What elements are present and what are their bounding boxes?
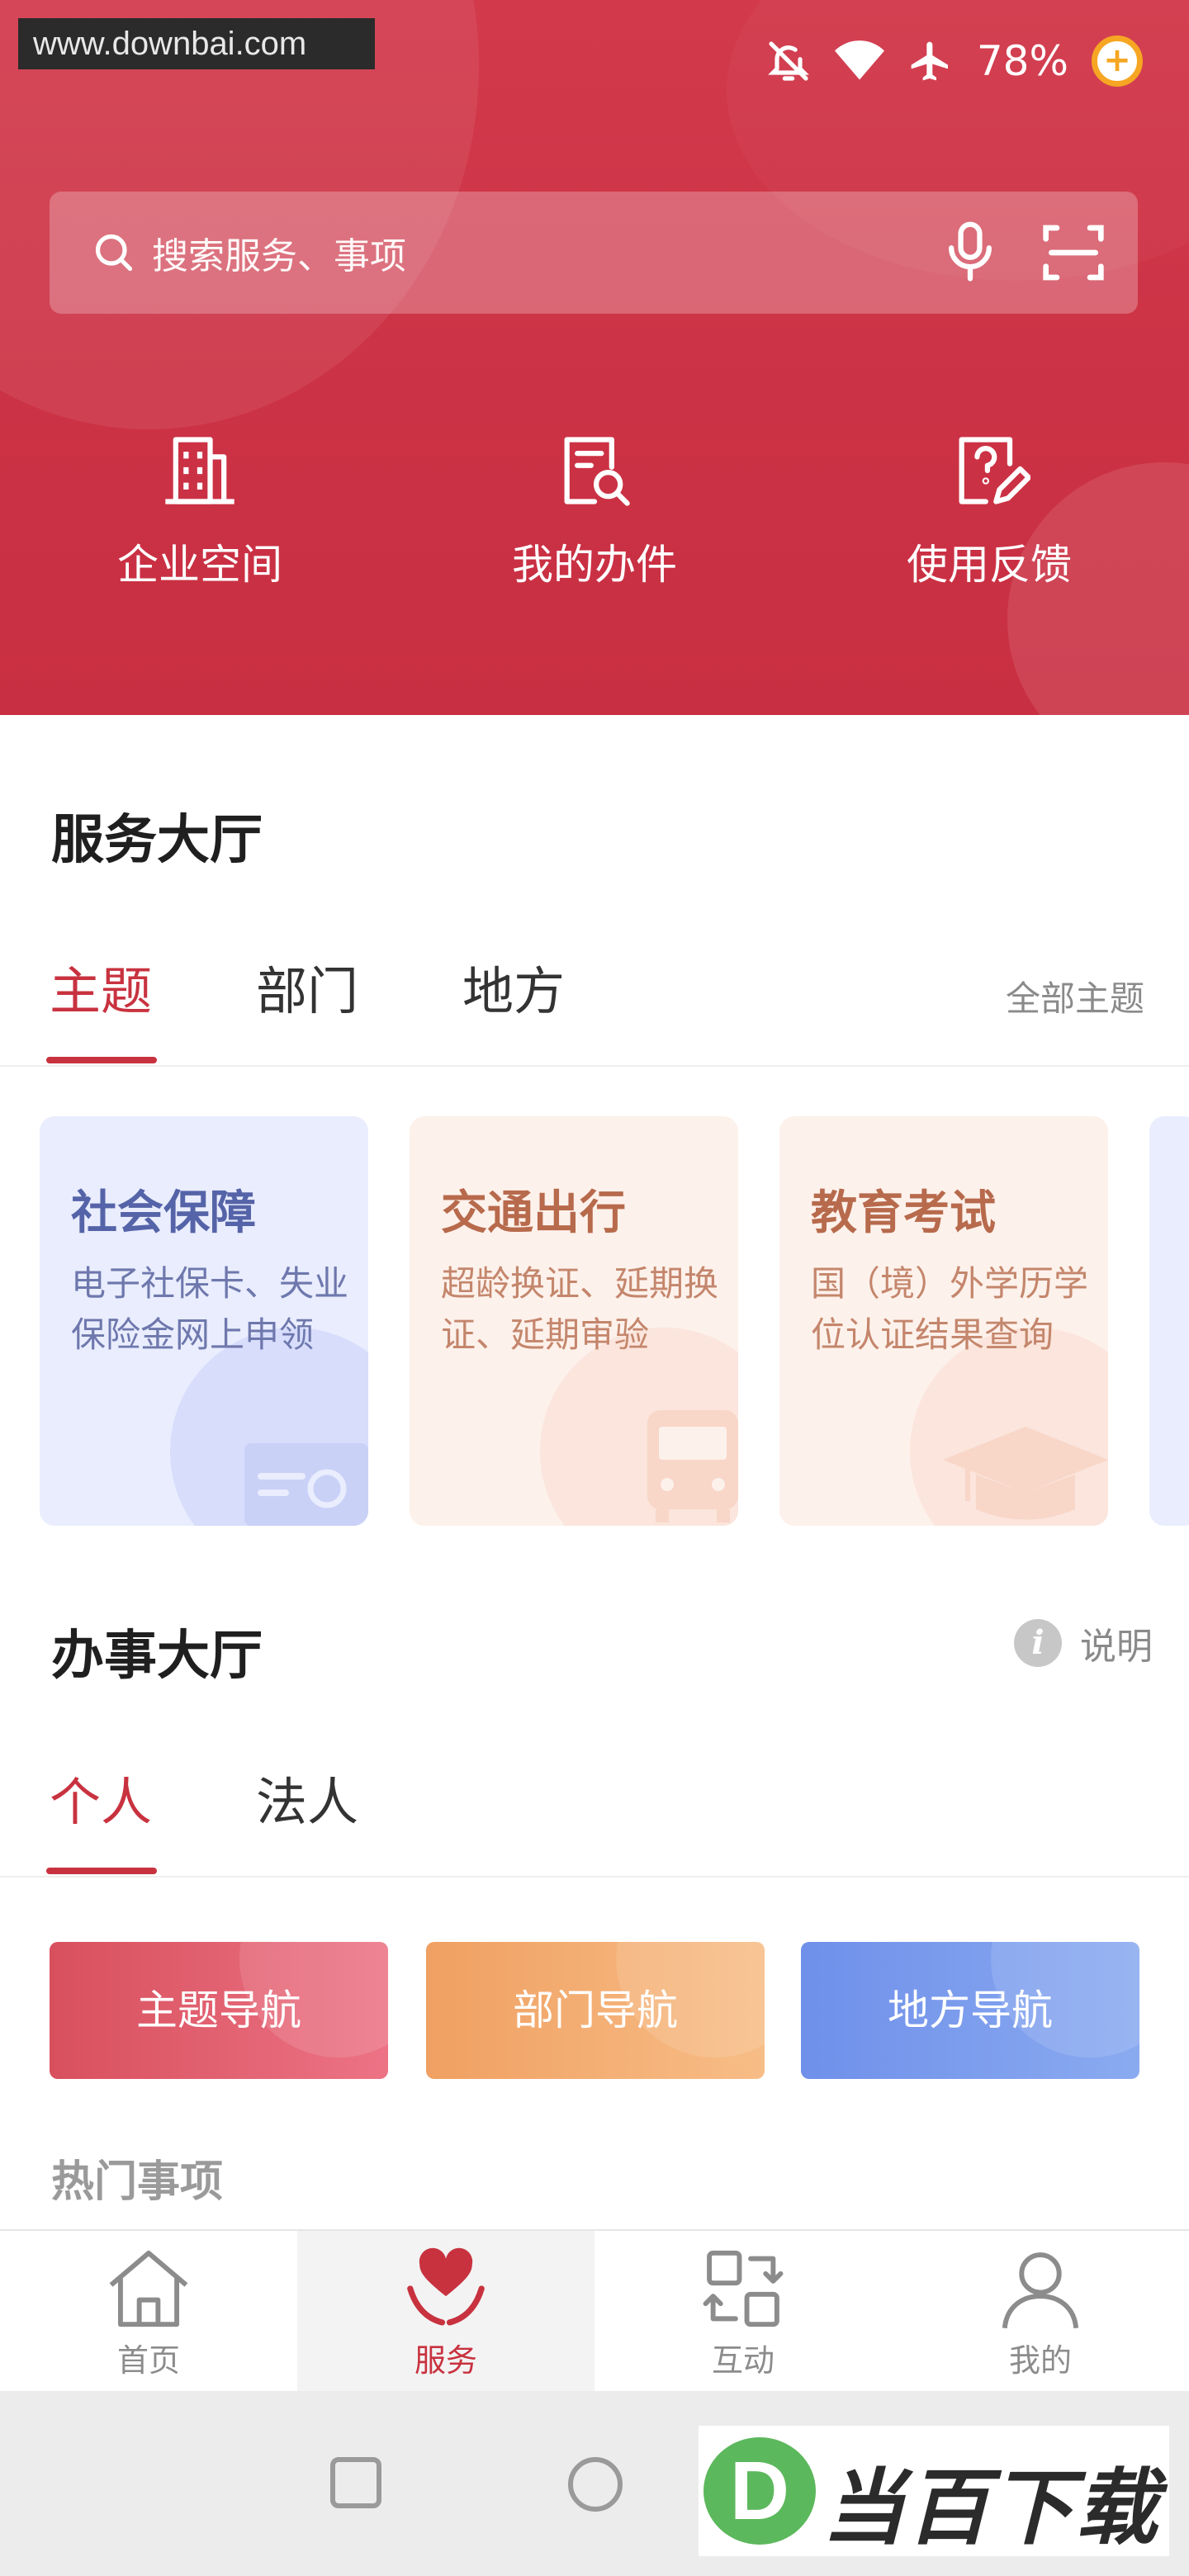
search-input[interactable]: 搜索服务、事项 bbox=[152, 226, 406, 279]
battery-percent: 78% bbox=[976, 37, 1068, 85]
building-icon bbox=[165, 437, 234, 504]
tab-active-indicator bbox=[46, 1868, 157, 1874]
search-bar[interactable]: 搜索服务、事项 bbox=[50, 192, 1138, 314]
heart-hands-icon bbox=[407, 2247, 485, 2326]
graduation-cap-icon bbox=[943, 1427, 1108, 1520]
quick-action-label: 企业空间 bbox=[117, 541, 282, 589]
department-navigation-button[interactable]: 部门导航 bbox=[426, 1942, 765, 2079]
tab-personal[interactable]: 个人 bbox=[50, 1760, 152, 1835]
quick-action-label: 我的办件 bbox=[512, 541, 677, 589]
card-description: 超龄换证、延期换证、延期审验 bbox=[441, 1263, 719, 1355]
info-link[interactable]: i 说明 bbox=[1014, 1617, 1153, 1669]
quick-action-label: 使用反馈 bbox=[907, 541, 1072, 589]
tab-active-indicator bbox=[46, 1057, 157, 1063]
card-title: 教育考试 bbox=[811, 1186, 996, 1240]
status-bar-icons: 78% bbox=[765, 28, 1143, 94]
watermark: www.downbai.com bbox=[18, 18, 375, 69]
bottom-tab-label: 我的 bbox=[1008, 2342, 1072, 2379]
info-icon: i bbox=[1014, 1619, 1062, 1667]
bottom-tab-mine[interactable]: 我的 bbox=[892, 2231, 1189, 2391]
card-title: 社会保障 bbox=[71, 1186, 256, 1240]
affairs-hall-title: 办事大厅 bbox=[51, 1626, 263, 1687]
all-themes-link[interactable]: 全部主题 bbox=[1006, 971, 1144, 1021]
document-search-icon bbox=[564, 437, 630, 506]
divider bbox=[0, 1065, 1189, 1067]
theme-card-social-security[interactable]: 社会保障 电子社保卡、失业保险金网上申领 bbox=[40, 1116, 368, 1526]
feedback-edit-icon bbox=[959, 437, 1032, 504]
bus-icon bbox=[647, 1410, 738, 1522]
hot-items-title: 热门事项 bbox=[51, 2157, 224, 2207]
recent-apps-button[interactable] bbox=[330, 2457, 381, 2508]
theme-card-education[interactable]: 教育考试 国（境）外学历学位认证结果查询 bbox=[779, 1116, 1108, 1526]
bottom-tab-interact[interactable]: 互动 bbox=[594, 2231, 892, 2391]
bottom-tab-label: 互动 bbox=[711, 2342, 775, 2379]
quick-action-feedback[interactable]: 使用反馈 bbox=[865, 429, 1113, 591]
bottom-tab-home[interactable]: 首页 bbox=[0, 2231, 297, 2391]
tab-department[interactable]: 部门 bbox=[256, 949, 358, 1024]
button-label: 主题导航 bbox=[136, 1986, 301, 2034]
bottom-tab-bar: 首页 服务 互动 我的 bbox=[0, 2229, 1189, 2391]
button-label: 部门导航 bbox=[513, 1986, 678, 2034]
airplane-icon bbox=[911, 41, 948, 81]
brand-watermark: D 当百下载 bbox=[699, 2426, 1169, 2556]
service-hall-title: 服务大厅 bbox=[51, 810, 263, 871]
brand-logo-icon: D bbox=[703, 2437, 816, 2545]
bottom-tab-service[interactable]: 服务 bbox=[297, 2231, 594, 2391]
region-navigation-button[interactable]: 地方导航 bbox=[801, 1942, 1139, 2079]
card-description: 国（境）外学历学位认证结果查询 bbox=[811, 1263, 1089, 1355]
theme-card-transport[interactable]: 交通出行 超龄换证、延期换证、延期审验 bbox=[410, 1116, 738, 1526]
home-button[interactable] bbox=[568, 2457, 623, 2512]
brand-text: 当百下载 bbox=[822, 2460, 1159, 2556]
home-icon bbox=[109, 2250, 188, 2327]
tab-legal-entity[interactable]: 法人 bbox=[256, 1760, 358, 1835]
user-icon bbox=[1002, 2252, 1079, 2329]
card-icon bbox=[244, 1443, 368, 1526]
tab-region[interactable]: 地方 bbox=[462, 949, 565, 1024]
wifi-icon bbox=[834, 40, 884, 80]
bottom-tab-label: 服务 bbox=[414, 2342, 477, 2379]
bottom-tab-label: 首页 bbox=[116, 2342, 180, 2379]
battery-saver-icon bbox=[1092, 36, 1143, 87]
quick-action-enterprise[interactable]: 企业空间 bbox=[76, 429, 324, 591]
theme-card-next[interactable] bbox=[1149, 1116, 1189, 1526]
quick-action-my-cases[interactable]: 我的办件 bbox=[471, 429, 718, 591]
theme-navigation-button[interactable]: 主题导航 bbox=[50, 1942, 388, 2079]
tab-theme[interactable]: 主题 bbox=[50, 949, 152, 1024]
scan-icon[interactable] bbox=[1040, 220, 1106, 286]
bell-off-icon bbox=[767, 41, 809, 81]
info-label: 说明 bbox=[1080, 1626, 1153, 1668]
microphone-icon[interactable] bbox=[941, 220, 999, 286]
header-banner: 5:14 78% 搜索服务、事项 企业空间 我的办件 bbox=[0, 0, 1189, 715]
exchange-icon bbox=[703, 2250, 784, 2327]
search-icon bbox=[95, 234, 133, 272]
card-description: 电子社保卡、失业保险金网上申领 bbox=[71, 1263, 349, 1355]
card-title: 交通出行 bbox=[441, 1186, 626, 1240]
divider bbox=[0, 1876, 1189, 1878]
button-label: 地方导航 bbox=[888, 1986, 1053, 2034]
